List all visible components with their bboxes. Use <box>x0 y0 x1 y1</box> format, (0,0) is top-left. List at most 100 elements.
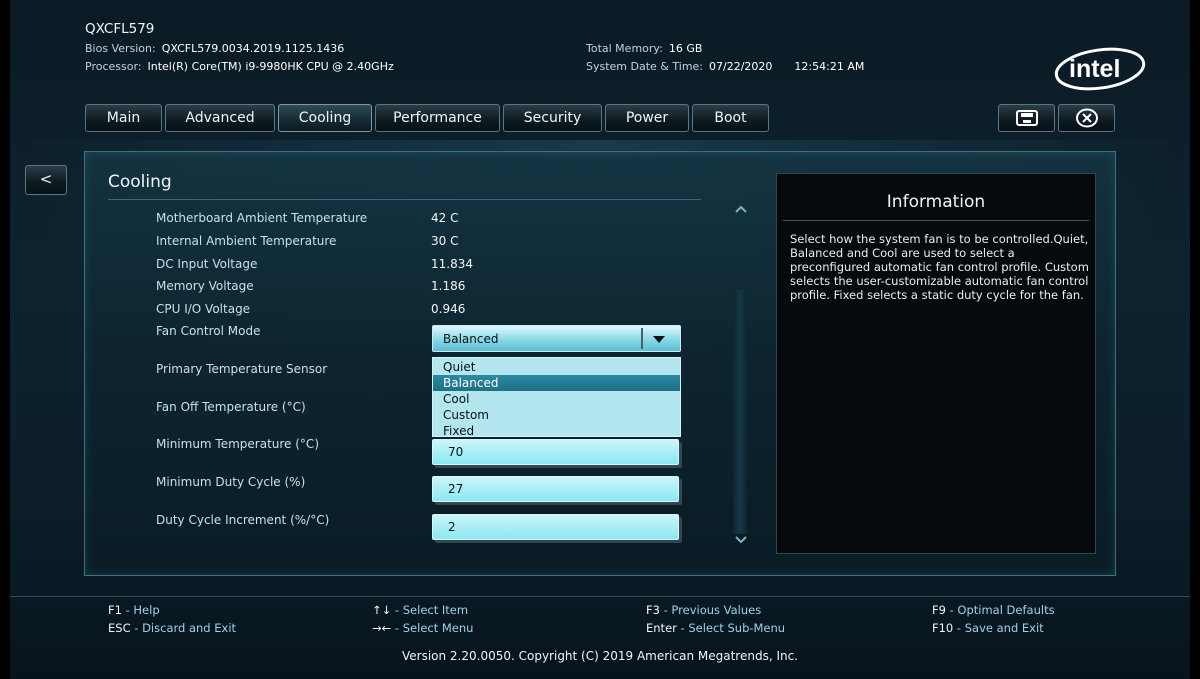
total-memory-label: Total Memory: <box>586 42 663 55</box>
information-title: Information <box>886 192 986 212</box>
cpu-io-voltage-label: CPU I/O Voltage <box>156 302 251 316</box>
help-f9: F9 - Optimal Defaults <box>932 603 1055 617</box>
help-sep: - <box>953 621 965 635</box>
footer-divider <box>10 596 1190 597</box>
help-desc: Previous Values <box>671 603 762 617</box>
tab-cooling[interactable]: Cooling <box>278 104 372 132</box>
floppy-disk-icon <box>1015 110 1038 126</box>
help-key: →← <box>372 621 392 635</box>
minimum-temp-label: Minimum Temperature (°C) <box>156 437 319 451</box>
help-desc: Discard and Exit <box>142 621 237 635</box>
scroll-down-icon[interactable] <box>734 534 748 546</box>
primary-temp-sensor-label: Primary Temperature Sensor <box>156 362 328 376</box>
help-key: Enter <box>646 621 677 635</box>
fan-mode-option-custom[interactable]: Custom <box>433 407 680 423</box>
save-button[interactable] <box>998 104 1055 132</box>
system-datetime-label: System Date & Time: <box>586 60 704 73</box>
page-title: Cooling <box>108 172 172 192</box>
bios-screen: QXCFL579 Bios Version: QXCFL579.0034.2019… <box>10 0 1190 679</box>
system-date-value: 07/22/2020 <box>709 60 773 73</box>
system-model: QXCFL579 <box>85 21 155 37</box>
help-desc: Select Sub-Menu <box>688 621 786 635</box>
tab-main[interactable]: Main <box>85 104 162 132</box>
total-memory-row: Total Memory: 16 GB <box>586 42 702 55</box>
exit-button[interactable] <box>1058 104 1115 132</box>
help-sep: - <box>945 603 958 617</box>
motherboard-temp-value: 42 C <box>431 211 459 225</box>
fan-off-temp-label: Fan Off Temperature (°C) <box>156 400 306 414</box>
intel-logo: intel <box>1054 47 1146 91</box>
help-sep: - <box>130 621 143 635</box>
bios-version-value: QXCFL579.0034.2019.1125.1436 <box>161 42 345 55</box>
fan-control-mode-select[interactable]: Balanced <box>432 325 681 352</box>
help-desc: Select Menu <box>402 621 474 635</box>
help-sep: - <box>121 603 134 617</box>
help-sep: - <box>391 621 403 635</box>
duty-cycle-increment-field[interactable]: 2 <box>432 514 679 540</box>
processor-row: Processor: Intel(R) Core(TM) i9-9980HK CP… <box>85 60 394 73</box>
scroll-up-icon[interactable] <box>734 203 748 215</box>
help-select-item: ↑↓ - Select Item <box>372 603 468 617</box>
chevron-down-icon[interactable] <box>653 336 665 343</box>
help-f3: F3 - Previous Values <box>646 603 761 617</box>
help-key: F9 <box>932 603 946 617</box>
tab-security[interactable]: Security <box>503 104 602 132</box>
fan-control-mode-label: Fan Control Mode <box>156 324 261 338</box>
help-desc: Optimal Defaults <box>957 603 1055 617</box>
motherboard-temp-label: Motherboard Ambient Temperature <box>156 211 368 225</box>
help-desc: Select Item <box>402 603 469 617</box>
tab-advanced[interactable]: Advanced <box>165 104 275 132</box>
title-divider <box>108 199 701 200</box>
minimum-duty-cycle-label: Minimum Duty Cycle (%) <box>156 475 306 489</box>
bios-version-label: Bios Version: <box>85 42 156 55</box>
copyright-text: Version 2.20.0050. Copyright (C) 2019 Am… <box>401 649 799 663</box>
internal-temp-label: Internal Ambient Temperature <box>156 234 337 248</box>
tab-boot[interactable]: Boot <box>692 104 769 132</box>
memory-voltage-label: Memory Voltage <box>156 279 254 293</box>
minimum-duty-cycle-field[interactable]: 27 <box>432 476 679 502</box>
help-desc: Help <box>133 603 160 617</box>
help-esc: ESC - Discard and Exit <box>108 621 236 635</box>
cpu-io-voltage-value: 0.946 <box>431 302 466 316</box>
help-key: F3 <box>646 603 660 617</box>
help-sep: - <box>659 603 672 617</box>
information-panel: Information Select how the system fan is… <box>776 173 1096 554</box>
close-circle-icon <box>1075 108 1098 128</box>
system-datetime-row: System Date & Time: 07/22/2020 12:54:21 AM <box>586 60 864 73</box>
scrollbar[interactable] <box>733 290 747 534</box>
tab-performance[interactable]: Performance <box>375 104 500 132</box>
help-key: ESC <box>108 621 131 635</box>
tab-power[interactable]: Power <box>605 104 689 132</box>
dc-input-voltage-label: DC Input Voltage <box>156 257 258 271</box>
memory-voltage-value: 1.186 <box>431 279 466 293</box>
fan-mode-dropdown-list: Quiet Balanced Cool Custom Fixed <box>432 357 681 439</box>
help-enter: Enter - Select Sub-Menu <box>646 621 785 635</box>
fan-control-mode-value: Balanced <box>443 332 499 346</box>
help-sep: - <box>391 603 403 617</box>
combo-separator <box>641 328 643 349</box>
information-divider <box>783 220 1089 221</box>
total-memory-value: 16 GB <box>668 42 703 55</box>
help-select-menu: →← - Select Menu <box>372 621 473 635</box>
help-key: F1 <box>108 603 122 617</box>
bios-version-row: Bios Version: QXCFL579.0034.2019.1125.143… <box>85 42 344 55</box>
processor-label: Processor: <box>85 60 142 73</box>
fan-mode-option-fixed[interactable]: Fixed <box>433 423 680 439</box>
help-sep: - <box>676 621 689 635</box>
intel-logo-text: intel <box>1069 55 1120 83</box>
processor-value: Intel(R) Core(TM) i9-9980HK CPU @ 2.40GH… <box>147 60 394 73</box>
internal-temp-value: 30 C <box>431 234 459 248</box>
fan-mode-option-balanced[interactable]: Balanced <box>433 375 680 391</box>
information-text: Select how the system fan is to be contr… <box>790 232 1089 302</box>
help-key: ↑↓ <box>372 603 392 617</box>
duty-cycle-increment-label: Duty Cycle Increment (%/°C) <box>156 513 330 527</box>
fan-mode-option-quiet[interactable]: Quiet <box>433 359 680 375</box>
back-button[interactable]: < <box>25 165 67 195</box>
help-f1: F1 - Help <box>108 603 160 617</box>
minimum-temp-field[interactable]: 70 <box>432 439 679 465</box>
fan-mode-option-cool[interactable]: Cool <box>433 391 680 407</box>
dc-input-voltage-value: 11.834 <box>431 257 473 271</box>
help-desc: Save and Exit <box>964 621 1044 635</box>
help-f10: F10 - Save and Exit <box>932 621 1044 635</box>
help-key: F10 <box>932 621 954 635</box>
